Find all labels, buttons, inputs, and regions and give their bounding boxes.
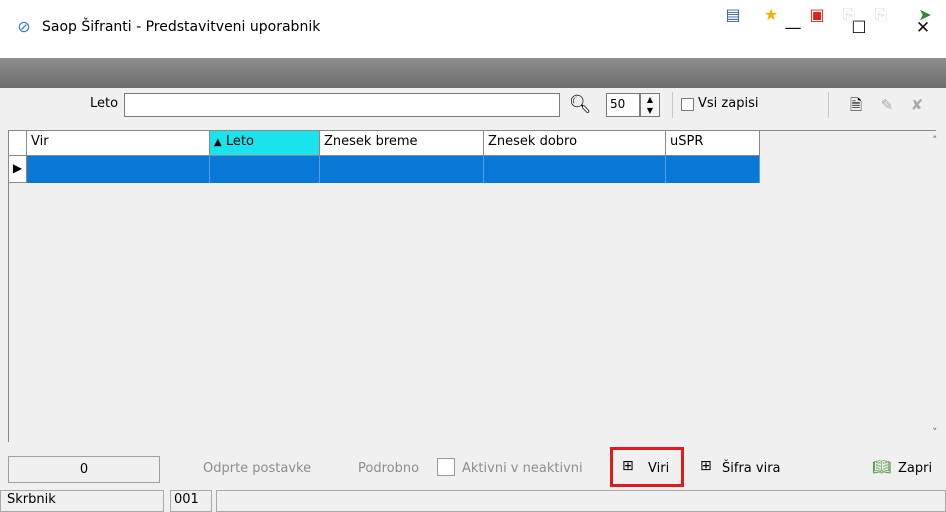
sifra-vira-icon: ⊞ (700, 458, 712, 474)
table-cell-znesek-dobro[interactable] (484, 156, 666, 183)
odprte-postavke-button[interactable]: Odprte postavke (203, 461, 311, 476)
form-title: Promet po letih za 0000040 Plačnik (6, 4, 306, 22)
aktivni-v-neaktivni-label[interactable]: Aktivni v neaktivni (462, 461, 583, 476)
column-header-znesek-dobro[interactable]: Znesek dobro (484, 131, 666, 156)
zapri-button[interactable]: Zapri (898, 461, 932, 476)
vsi-zapisi-checkbox[interactable] (681, 98, 694, 111)
column-header-uspr[interactable]: uSPR (666, 131, 760, 156)
podrobno-button[interactable]: Podrobno (358, 461, 419, 476)
scroll-up-icon[interactable]: ˄ (932, 134, 938, 147)
column-header-leto[interactable]: ▲ Leto (210, 131, 320, 156)
current-row-arrow-icon: ▶ (9, 156, 27, 183)
copy-icon[interactable]: ⎘ (838, 4, 860, 26)
column-header-vir[interactable]: Vir (27, 131, 210, 156)
close-book-icon: 📖︎ (872, 458, 892, 476)
viri-icon: ⊞ (622, 458, 634, 474)
toolbar-divider (672, 92, 673, 118)
page-size-field[interactable]: 50 (606, 93, 640, 117)
status-code: 001 (170, 490, 212, 512)
edit-record-icon[interactable]: ✎ (876, 94, 898, 116)
leto-input[interactable] (124, 93, 560, 117)
viri-label[interactable]: Viri (648, 461, 669, 476)
sifra-vira-button[interactable]: Šifra vira (722, 461, 781, 476)
new-record-icon[interactable]: 🗎︎ (845, 94, 867, 116)
status-user: Skrbnik (0, 490, 164, 512)
record-count: 0 (8, 456, 160, 483)
delete-record-icon[interactable]: ✘ (906, 94, 928, 116)
row-indicator-header (9, 131, 27, 156)
scroll-down-icon[interactable]: ˅ (932, 426, 938, 439)
favorite-star-icon[interactable]: ★ (760, 4, 782, 26)
export-icon[interactable]: ▣ (806, 4, 828, 26)
search-icon[interactable]: 🔍︎ (568, 93, 592, 117)
column-header-znesek-breme[interactable]: Znesek breme (320, 131, 484, 156)
table-cell-uspr[interactable] (666, 156, 760, 183)
toolbar-divider (828, 92, 829, 118)
leto-label: Leto (90, 96, 119, 111)
paste-icon[interactable]: ⎘ (870, 4, 892, 26)
aktivni-checkbox[interactable] (437, 458, 455, 476)
table-cell-vir[interactable] (27, 156, 210, 183)
form-header (0, 58, 946, 88)
layout-icon[interactable]: ▤ (722, 4, 744, 26)
sort-ascending-icon: ▲ (214, 137, 222, 148)
exit-icon[interactable]: ➤ (914, 4, 936, 26)
table-cell-znesek-breme[interactable] (320, 156, 484, 183)
table-cell-leto[interactable] (210, 156, 320, 183)
status-message (216, 490, 946, 512)
column-header-leto-label: Leto (225, 134, 254, 149)
page-size-spinner[interactable]: ▲ ▼ (640, 93, 660, 117)
vsi-zapisi-label: Vsi zapisi (698, 96, 759, 111)
